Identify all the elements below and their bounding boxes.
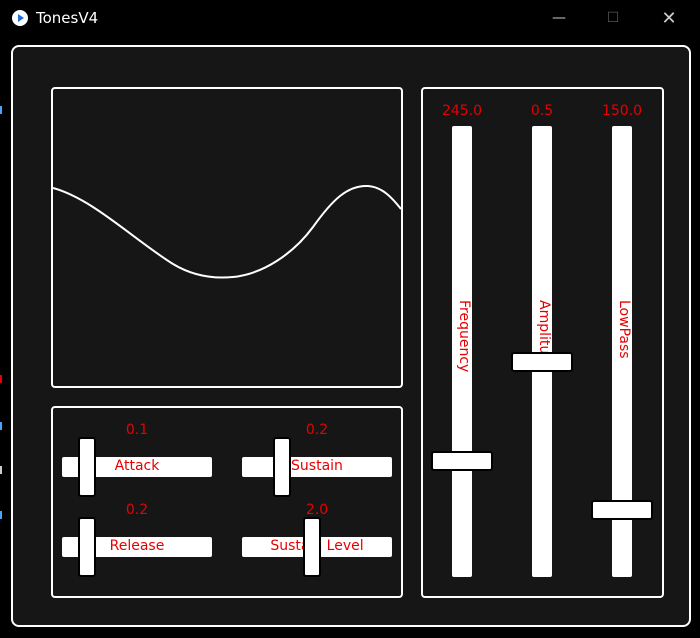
lowpass-label: LowPass <box>616 300 632 359</box>
sustain-slider-thumb[interactable] <box>273 437 291 497</box>
attack-value: 0.1 <box>125 422 149 438</box>
edge-mark <box>0 422 2 430</box>
frequency-slider-thumb[interactable] <box>431 451 493 471</box>
waveform-plot <box>53 184 401 279</box>
frequency-value: 245.0 <box>441 103 483 119</box>
sustain-level-value: 2.0 <box>305 502 329 518</box>
release-value: 0.2 <box>125 502 149 518</box>
sustain-label: Sustain <box>291 458 343 474</box>
close-icon: ✕ <box>661 8 677 29</box>
amplitude-value: 0.5 <box>530 103 554 119</box>
frequency-label: Frequency <box>456 300 472 373</box>
sustain-level-slider-thumb[interactable] <box>303 517 321 577</box>
title-bar: TonesV4 — ☐ ✕ <box>0 0 700 37</box>
amplitude-slider-thumb[interactable] <box>511 352 573 372</box>
minimize-button[interactable]: — <box>536 0 582 37</box>
waveform-line <box>53 184 401 279</box>
minimize-icon: — <box>552 10 566 26</box>
attack-slider-thumb[interactable] <box>78 437 96 497</box>
close-button[interactable]: ✕ <box>646 0 692 37</box>
release-slider-thumb[interactable] <box>78 517 96 577</box>
edge-mark <box>0 511 2 519</box>
edge-mark <box>0 466 2 474</box>
app-play-icon <box>12 10 28 26</box>
edge-mark <box>0 375 2 383</box>
maximize-icon: ☐ <box>606 10 620 26</box>
sustain-value: 0.2 <box>305 422 329 438</box>
edge-mark <box>0 106 2 114</box>
waveform-display <box>51 87 403 388</box>
maximize-button[interactable]: ☐ <box>590 0 636 37</box>
lowpass-value: 150.0 <box>601 103 643 119</box>
lowpass-slider-thumb[interactable] <box>591 500 653 520</box>
window-title: TonesV4 <box>36 9 99 27</box>
